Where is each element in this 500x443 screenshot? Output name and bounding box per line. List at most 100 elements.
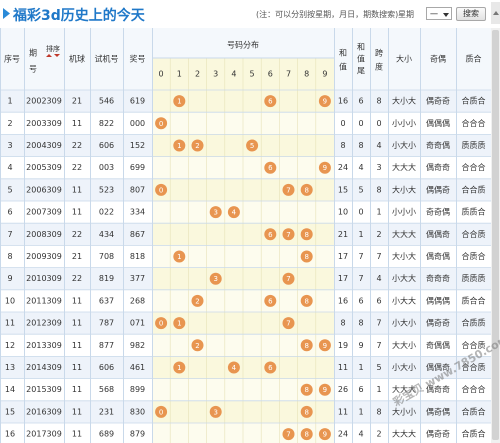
cell-prize: 699 <box>130 163 145 172</box>
cell-seq: 13 <box>5 363 15 372</box>
cell-span: 0 <box>376 119 381 128</box>
cell-machine: 11 <box>72 319 82 328</box>
cell-sum: 24 <box>338 430 348 439</box>
cell-sumtail: 0 <box>358 119 363 128</box>
cell-size: 小大大 <box>392 273 416 283</box>
cell-period: 2009309 <box>26 252 62 261</box>
header-digit: 9 <box>322 70 327 79</box>
cell-machine: 21 <box>72 252 82 261</box>
cell-span: 7 <box>376 252 381 261</box>
cell-sumtail: 8 <box>358 141 363 150</box>
cell-span: 7 <box>376 319 381 328</box>
cell-period: 2011309 <box>26 296 62 305</box>
header-sumtail: 和 <box>357 43 365 52</box>
header-digit: 5 <box>250 70 255 79</box>
cell-sum: 11 <box>338 363 348 372</box>
scrollbar-thumb[interactable] <box>492 30 499 440</box>
cell-machine: 22 <box>72 141 82 150</box>
cell-oddeven: 奇奇偶 <box>426 207 450 217</box>
ball-label: 8 <box>304 186 308 194</box>
cell-prime: 合质质 <box>462 318 486 328</box>
scroll-up-button[interactable] <box>491 2 500 24</box>
ball-label: 7 <box>286 431 290 439</box>
ball-label: 0 <box>159 320 163 328</box>
cell-seq: 1 <box>7 97 12 106</box>
cell-span: 4 <box>376 141 381 150</box>
cell-span: 3 <box>376 163 381 172</box>
cell-seq: 16 <box>5 430 15 439</box>
ball-label: 8 <box>304 431 308 439</box>
cell-oddeven: 偶奇奇 <box>426 96 450 106</box>
header-digit: 6 <box>268 70 273 79</box>
header-size: 大小 <box>396 54 412 64</box>
cell-sumtail: 1 <box>358 407 363 416</box>
week-select[interactable]: 一 <box>426 7 452 20</box>
cell-test: 606 <box>99 363 114 372</box>
cell-seq: 4 <box>7 163 12 172</box>
cell-prize: 982 <box>130 341 145 350</box>
cell-sumtail: 6 <box>358 97 363 106</box>
ball-label: 8 <box>304 342 308 350</box>
cell-period: 2002309 <box>26 97 62 106</box>
cell-sumtail: 7 <box>358 274 363 283</box>
ball-label: 7 <box>286 231 290 239</box>
cell-oddeven: 偶偶奇 <box>426 184 450 194</box>
cell-prize: 807 <box>130 185 145 194</box>
cell-seq: 15 <box>5 407 15 416</box>
cell-seq: 8 <box>7 252 12 261</box>
ball-label: 9 <box>323 342 327 350</box>
header-sumtail-3: 尾 <box>357 67 365 76</box>
cell-period: 2015309 <box>26 385 62 394</box>
header-oddeven: 奇偶 <box>430 54 446 64</box>
header-seq: 序号 <box>4 54 20 64</box>
cell-oddeven: 偶奇奇 <box>426 162 450 172</box>
ball-label: 3 <box>213 275 217 283</box>
cell-oddeven: 偶偶偶 <box>426 295 450 305</box>
cell-oddeven: 奇偶偶 <box>426 340 450 350</box>
cell-period: 2007309 <box>26 208 62 217</box>
header-period-2: 号 <box>29 65 37 74</box>
cell-seq: 10 <box>5 296 15 305</box>
cell-sumtail: 6 <box>358 296 363 305</box>
cell-machine: 11 <box>72 407 82 416</box>
cell-period: 2005309 <box>26 163 62 172</box>
cell-sumtail: 8 <box>358 319 363 328</box>
cell-size: 大小大 <box>392 251 416 261</box>
ball-label: 9 <box>323 164 327 172</box>
ball-label: 1 <box>177 253 181 261</box>
cell-machine: 11 <box>72 185 82 194</box>
page-title: 福彩3d历史上的今天 <box>13 8 145 24</box>
cell-span: 7 <box>376 341 381 350</box>
search-button[interactable]: 搜索 <box>456 7 486 21</box>
cell-machine: 21 <box>72 97 82 106</box>
cell-prize: 268 <box>130 296 145 305</box>
cell-prime: 质质质 <box>462 140 486 150</box>
cell-prize: 152 <box>130 141 145 150</box>
cell-machine: 11 <box>72 119 82 128</box>
cell-prime: 合合合 <box>462 384 486 394</box>
cell-test: 822 <box>99 119 114 128</box>
cell-test: 003 <box>99 163 114 172</box>
cell-prime: 合合质 <box>462 184 486 194</box>
cell-machine: 11 <box>72 341 82 350</box>
cell-span: 6 <box>376 296 381 305</box>
cell-seq: 3 <box>7 141 12 150</box>
ball-label: 9 <box>323 431 327 439</box>
cell-sumtail: 0 <box>358 208 363 217</box>
header-digit: 1 <box>177 70 182 79</box>
ball-label: 1 <box>177 364 181 372</box>
ball-label: 5 <box>250 142 254 150</box>
header-span: 跨 <box>375 49 383 58</box>
cell-prize: 818 <box>130 252 145 261</box>
cell-sumtail: 4 <box>358 430 363 439</box>
header-sum-2: 值 <box>339 62 347 72</box>
cell-sum: 16 <box>338 97 348 106</box>
cell-period: 2008309 <box>26 230 62 239</box>
week-label: 星期 <box>398 10 414 19</box>
cell-prize: 619 <box>130 97 145 106</box>
ball-label: 3 <box>213 209 217 217</box>
cell-machine: 11 <box>72 296 82 305</box>
cell-prime: 质质合 <box>462 207 486 217</box>
search-note: (注：可以分别按星期，月日，期数搜索) <box>256 10 399 19</box>
ball-label: 8 <box>304 408 308 416</box>
